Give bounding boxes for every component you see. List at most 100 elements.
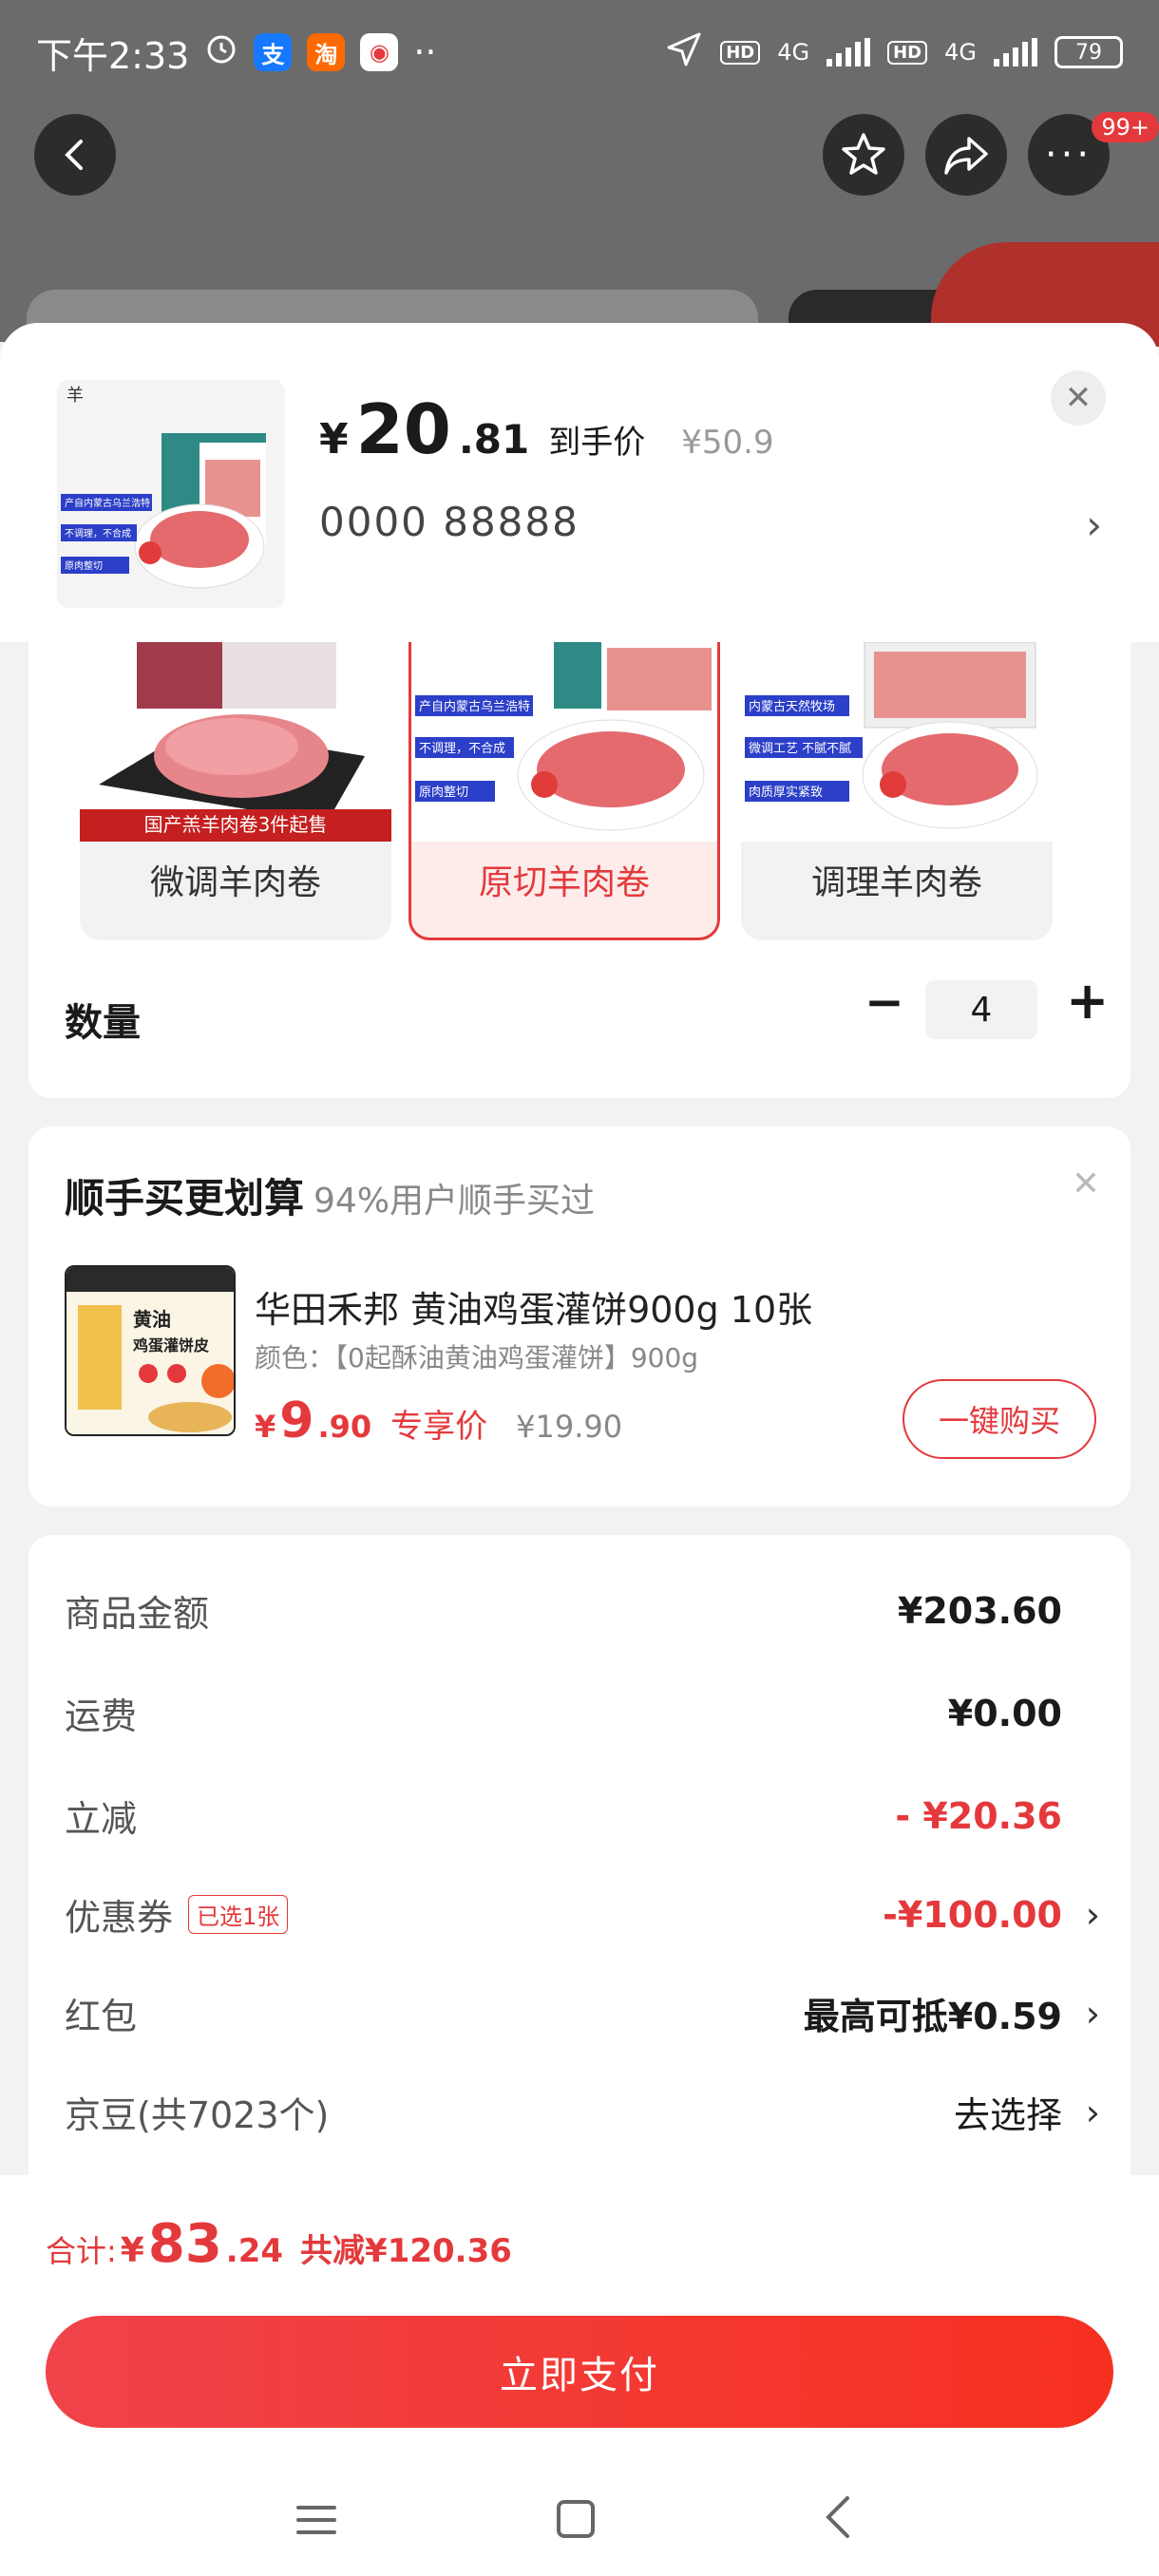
svg-text:不调理，不合成: 不调理，不合成 — [65, 527, 131, 540]
summary-row-shipping: 运费 ¥0.00 — [65, 1687, 1100, 1739]
status-bar: 下午2:33 支 淘 ◉ ·· HD 4G HD 4G 79 — [0, 0, 1159, 104]
addon-title: 顺手买更划算 94%用户顺手买过 — [65, 1166, 595, 1224]
notification-badge: 99+ — [1092, 112, 1159, 142]
product-thumbnail: 羊 产自内蒙古乌兰浩特 不调理，不合成 原肉整切 — [57, 380, 285, 608]
favorite-button[interactable] — [823, 114, 904, 196]
sheet-header: 羊 产自内蒙古乌兰浩特 不调理，不合成 原肉整切 ¥ 20 .81 到手价 ¥5… — [0, 323, 1159, 642]
coupon-selected-badge: 已选1张 — [188, 1895, 289, 1934]
chevron-right-icon: › — [1085, 1893, 1100, 1936]
addon-price-currency: ¥ — [255, 1409, 276, 1445]
summary-row-goods: 商品金额 ¥203.60 — [65, 1584, 1100, 1637]
quantity-input[interactable]: 4 — [925, 980, 1037, 1039]
variant-image-3: 内蒙古天然牧场 微调工艺 不腻不腻 肉质厚实紧致 — [741, 642, 1053, 842]
price-summary-card: 商品金额 ¥203.60 运费 ¥0.00 立减 - ¥20.36 优惠券 已选… — [28, 1535, 1130, 2238]
hd-icon-2: HD — [887, 40, 928, 65]
summary-label: 运费 — [65, 1695, 138, 1737]
summary-label: 立减 — [65, 1798, 138, 1840]
total-integer: 83 — [147, 2213, 222, 2275]
summary-row-coupon[interactable]: 优惠券 已选1张 -¥100.00 › — [65, 1888, 1100, 1941]
delivery-address[interactable]: 0000 88888 — [319, 499, 580, 545]
variant-quantity-card: 国产羔羊肉卷3件起售 微调羊肉卷 产自内蒙古乌兰浩特 不调理，不合成 原肉整切 … — [28, 642, 1130, 1098]
hd-icon: HD — [720, 40, 761, 65]
alipay-icon: 支 — [254, 33, 293, 71]
net-label-1: 4G — [777, 39, 810, 66]
price-integer: 20 — [355, 389, 451, 469]
close-sheet-button[interactable]: ✕ — [1051, 370, 1106, 426]
share-icon — [944, 137, 988, 175]
taobao-icon: 淘 — [307, 33, 346, 71]
addon-title-text: 顺手买更划算 — [65, 1175, 305, 1222]
original-price: ¥50.9 — [681, 424, 774, 462]
addon-price-tag: 专享价 — [390, 1408, 488, 1446]
addon-recommendation-card: 顺手买更划算 94%用户顺手买过 ✕ 黄油 鸡蛋灌饼皮 华田禾邦 黄油鸡蛋灌饼90… — [28, 1127, 1130, 1506]
location-icon — [665, 30, 703, 74]
addon-product-spec: 颜色：【0起酥油黄油鸡蛋灌饼】900g — [255, 1342, 699, 1373]
addon-price: ¥ 9 .90 专享价 ¥19.90 — [255, 1392, 622, 1449]
price-currency: ¥ — [319, 415, 349, 464]
chevron-right-icon: › — [1085, 2091, 1100, 2133]
battery-icon: 79 — [1054, 36, 1123, 68]
svg-text:羊: 羊 — [66, 386, 84, 406]
addon-close-icon[interactable]: ✕ — [1072, 1165, 1100, 1203]
summary-row-jingdou[interactable]: 京豆(共7023个) 去选择 › — [65, 2086, 1100, 2138]
total-currency: ¥ — [120, 2231, 144, 2270]
map-icon: ◉ — [360, 33, 399, 71]
summary-value: 去选择 — [953, 2094, 1062, 2136]
variant-image-2: 产自内蒙古乌兰浩特 不调理，不合成 原肉整切 — [411, 642, 717, 842]
addon-product-image[interactable]: 黄油 鸡蛋灌饼皮 — [65, 1265, 236, 1436]
variant-badge-origin: 产自内蒙古乌兰浩特 — [419, 699, 530, 714]
summary-row-instant-discount: 立减 - ¥20.36 — [65, 1790, 1100, 1842]
coupon-label: 优惠券 — [65, 1897, 174, 1939]
back-button[interactable] — [34, 114, 116, 196]
one-click-buy-button[interactable]: 一键购买 — [902, 1379, 1096, 1459]
addon-subtitle: 94%用户顺手买过 — [314, 1182, 596, 1221]
system-nav-bar — [0, 2489, 1159, 2574]
address-chevron-icon[interactable]: › — [1086, 502, 1102, 548]
addon-price-integer: 9 — [279, 1392, 314, 1449]
variant-label-3: 调理羊肉卷 — [810, 863, 982, 902]
alarm-icon — [204, 31, 238, 74]
status-time: 下午2:33 — [36, 34, 190, 77]
variant-option-1[interactable]: 国产羔羊肉卷3件起售 微调羊肉卷 — [80, 642, 391, 940]
pay-now-button[interactable]: 立即支付 — [46, 2316, 1113, 2428]
summary-label: 商品金额 — [65, 1593, 210, 1635]
more-notifications-icon: ·· — [413, 31, 437, 73]
variant-banner: 国产羔羊肉卷3件起售 — [144, 813, 328, 836]
variant3-badge-3: 肉质厚实紧致 — [749, 786, 823, 800]
addon-price-decimal: .90 — [317, 1409, 372, 1445]
quantity-label: 数量 — [65, 1001, 141, 1045]
close-icon: ✕ — [1064, 379, 1092, 417]
summary-label: 京豆(共7023个) — [65, 2094, 330, 2136]
addon-product-name[interactable]: 华田禾邦 黄油鸡蛋灌饼900g 10张 — [255, 1280, 812, 1333]
total-saved: 共减¥120.36 — [300, 2232, 512, 2270]
total-label: 合计: — [46, 2233, 117, 2269]
quantity-increase-button[interactable]: + — [1066, 971, 1109, 1031]
variant-option-3[interactable]: 内蒙古天然牧场 微调工艺 不腻不腻 肉质厚实紧致 调理羊肉卷 — [741, 642, 1053, 940]
summary-value: -¥100.00 — [883, 1893, 1062, 1936]
variant3-badge-1: 内蒙古天然牧场 — [749, 699, 835, 714]
back-nav-icon[interactable] — [819, 2492, 857, 2546]
signal-icon — [826, 38, 871, 66]
share-button[interactable] — [925, 114, 1007, 196]
chevron-right-icon: › — [1085, 1992, 1100, 2035]
total-amount: 合计: ¥ 83 .24 共减¥120.36 — [46, 2213, 512, 2275]
menu-icon[interactable] — [294, 2498, 338, 2546]
price-tag: 到手价 — [548, 424, 646, 462]
summary-value: ¥203.60 — [897, 1589, 1062, 1632]
variant-badge-process: 不调理，不合成 — [419, 742, 505, 756]
variant3-badge-2: 微调工艺 不腻不腻 — [749, 742, 851, 756]
price-decimal: .81 — [458, 416, 530, 463]
home-icon[interactable] — [557, 2500, 595, 2538]
summary-value: ¥0.00 — [947, 1692, 1062, 1734]
variant-option-2-selected[interactable]: 产自内蒙古乌兰浩特 不调理，不合成 原肉整切 原切羊肉卷 — [408, 642, 720, 940]
summary-value: - ¥20.36 — [895, 1794, 1062, 1837]
quantity-decrease-button[interactable]: − — [864, 975, 904, 1030]
total-decimal: .24 — [225, 2232, 284, 2270]
variant-image-1: 国产羔羊肉卷3件起售 — [80, 642, 391, 842]
summary-row-red-packet[interactable]: 红包 最高可抵¥0.59 › — [65, 1987, 1100, 2039]
summary-label-with-tag: 优惠券 已选1张 — [65, 1888, 289, 1941]
net-label-2: 4G — [944, 39, 977, 66]
summary-label: 红包 — [65, 1996, 138, 2037]
svg-text:鸡蛋灌饼皮: 鸡蛋灌饼皮 — [132, 1336, 209, 1354]
price-line: ¥ 20 .81 到手价 ¥50.9 — [319, 389, 774, 469]
